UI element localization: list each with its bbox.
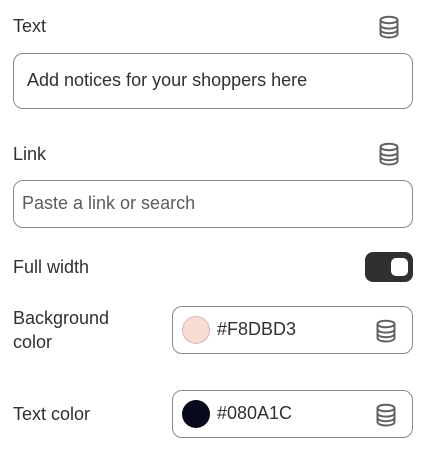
link-label: Link [13,144,47,164]
background-color-picker[interactable]: #F8DBD3 [172,306,413,354]
text-input-value: Add notices for your shoppers here [27,70,308,90]
full-width-toggle[interactable] [365,252,413,282]
text-color-label: Text color [13,404,91,424]
text-color-picker[interactable]: #080A1C [172,390,413,438]
settings-panel: Text Add notices for your shoppers here … [0,0,424,449]
text-input[interactable]: Add notices for your shoppers here [13,53,413,109]
link-input-placeholder: Paste a link or search [22,193,196,213]
link-input[interactable]: Paste a link or search [13,180,413,228]
toggle-knob [391,258,408,276]
background-color-label-line2: color [13,332,53,352]
text-label: Text [13,16,47,36]
full-width-label: Full width [13,257,90,277]
database-icon[interactable] [375,403,397,427]
background-color-label-line1: Background [13,308,110,328]
database-icon[interactable] [378,15,400,39]
text-color-hex[interactable]: #080A1C [217,403,292,424]
background-color-swatch[interactable] [182,316,210,344]
text-color-swatch[interactable] [182,400,210,428]
database-icon[interactable] [378,142,400,166]
background-color-hex[interactable]: #F8DBD3 [217,319,296,340]
database-icon[interactable] [375,319,397,343]
